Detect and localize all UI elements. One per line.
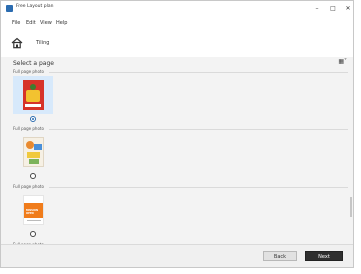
window-title: Free Layout plan (16, 4, 54, 9)
maximize-icon[interactable]: □ (326, 2, 340, 15)
toolbar: Tiling (1, 29, 353, 58)
app-window: Free Layout plan – □ ✕ File Edit View He… (0, 0, 354, 268)
close-icon[interactable]: ✕ (341, 2, 353, 15)
app-icon (6, 5, 13, 12)
section-divider (49, 187, 348, 188)
home-icon[interactable] (11, 37, 23, 49)
section-divider (49, 129, 348, 130)
scrollbar[interactable] (350, 197, 352, 217)
menu-edit[interactable]: Edit (26, 20, 36, 26)
thumbnail-image-2 (23, 137, 44, 167)
next-button[interactable]: Next (305, 251, 343, 261)
page-list: Select a page ▦˅ Full page photo Full pa… (1, 57, 353, 247)
select-radio-1[interactable] (30, 116, 36, 122)
page-title: Select a page (13, 60, 54, 67)
page-thumbnail-2[interactable] (13, 133, 53, 171)
tab-tiling[interactable]: Tiling (36, 40, 49, 46)
section-label: Full page photo (13, 69, 44, 74)
menu-bar: File Edit View Help (1, 17, 353, 29)
thumbnail-text: MISSION OPEN (26, 209, 39, 215)
page-thumbnail-3[interactable]: MISSION OPEN (13, 191, 53, 229)
footer-bar: Back Next (1, 244, 353, 267)
menu-help[interactable]: Help (56, 20, 67, 26)
select-radio-2[interactable] (30, 173, 36, 179)
minimize-icon[interactable]: – (310, 2, 324, 15)
section-label: Full page photo (13, 126, 44, 131)
select-radio-3[interactable] (30, 231, 36, 237)
view-options-icon[interactable]: ▦˅ (338, 58, 347, 65)
thumbnail-image-1 (23, 80, 44, 110)
page-thumbnail-1[interactable] (13, 76, 53, 114)
thumbnail-image-3: MISSION OPEN (23, 195, 44, 225)
title-bar: Free Layout plan – □ ✕ (1, 1, 353, 17)
menu-view[interactable]: View (40, 20, 52, 26)
back-button[interactable]: Back (263, 251, 297, 261)
section-label: Full page photo (13, 184, 44, 189)
menu-file[interactable]: File (12, 20, 20, 26)
section-divider (49, 72, 348, 73)
